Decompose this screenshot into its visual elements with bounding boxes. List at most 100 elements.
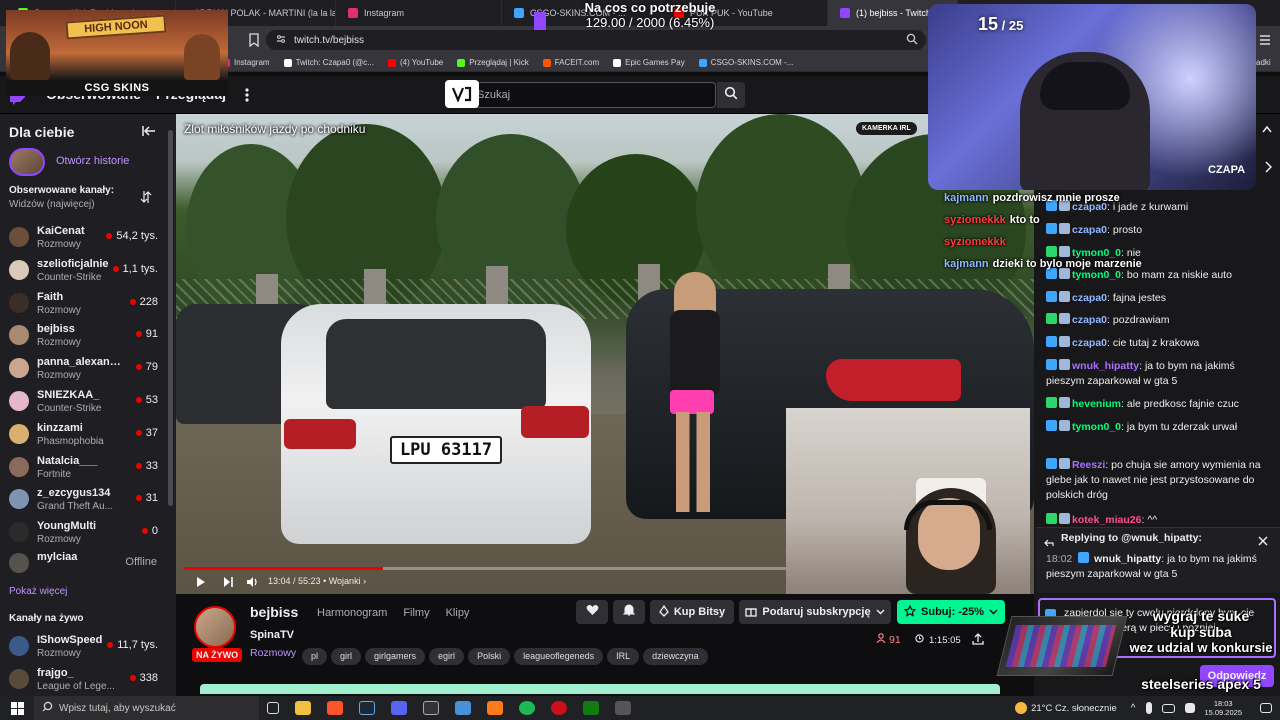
sidebar-channel[interactable]: kinzzami Phasmophobia 37	[0, 419, 176, 452]
chat-username[interactable]: czapa0	[1072, 224, 1107, 236]
bookmark-item[interactable]: CSGO-SKINS.COM -...	[698, 58, 793, 67]
brave-browser-icon[interactable]	[327, 701, 343, 715]
tag-pill[interactable]: leagueoflegeneds	[514, 648, 604, 665]
more-options-icon[interactable]	[243, 86, 251, 109]
sidebar-item-offline[interactable]: mylciaa Offline	[0, 548, 176, 581]
video-chapter[interactable]: Wojanki	[329, 576, 361, 586]
chevron-up-icon[interactable]	[1262, 120, 1272, 138]
sidebar-channel[interactable]: panna_alexandr... Rozmowy 79	[0, 353, 176, 386]
site-info-icon[interactable]	[276, 34, 286, 47]
notifications-button[interactable]	[613, 600, 645, 624]
chat-username[interactable]: Reeszi	[1072, 459, 1105, 471]
chat-username[interactable]: wnuk_hipatty	[1072, 360, 1139, 372]
chat-username[interactable]: kotek_miau26	[1072, 514, 1141, 526]
search-input[interactable]: Szukaj	[448, 82, 716, 108]
stories-avatar[interactable]	[9, 148, 45, 176]
channel-tab[interactable]: Filmy	[403, 607, 429, 619]
task-view-icon[interactable]	[267, 702, 279, 714]
epic-games-icon[interactable]	[423, 701, 439, 715]
search-button[interactable]	[717, 82, 745, 108]
chat-message[interactable]: tymon0_0: bo mam za niskie auto	[1046, 268, 1271, 283]
follow-button[interactable]	[576, 600, 608, 624]
bookmarks-overflow[interactable]: adki	[1256, 58, 1271, 67]
chat-message[interactable]: kotek_miau26: ^^	[1046, 513, 1271, 528]
app-icon[interactable]	[615, 701, 631, 715]
show-more-link[interactable]: Pokaż więcej	[9, 586, 67, 597]
app-icon[interactable]	[487, 701, 503, 715]
bookmark-item[interactable]: Epic Games Pay	[613, 58, 685, 67]
chat-message[interactable]: tymon0_0: ja bym tu zderzak urwał	[1046, 420, 1271, 435]
windows-start-icon[interactable]	[6, 701, 28, 715]
sidebar-channel[interactable]: Natalcia___ Fortnite 33	[0, 452, 176, 485]
next-icon[interactable]	[223, 575, 234, 593]
chat-message[interactable]: czapa0: cie tutaj z krakowa	[1046, 336, 1271, 351]
taskbar-search[interactable]: Wpisz tutaj, aby wyszukać	[34, 696, 259, 720]
collapse-sidebar-icon[interactable]	[142, 124, 156, 143]
opera-gx-icon[interactable]	[551, 701, 567, 715]
subscribe-button[interactable]: Subuj: -25%	[897, 600, 1005, 624]
chat-username[interactable]: czapa0	[1072, 337, 1107, 349]
discord-icon[interactable]	[391, 701, 407, 715]
spotify-icon[interactable]	[519, 701, 535, 715]
browser-menu-icon[interactable]	[1258, 33, 1272, 52]
stream-category[interactable]: Rozmowy	[250, 647, 296, 659]
chat-username[interactable]: hevenium	[1072, 398, 1121, 410]
channel-avatar[interactable]	[194, 606, 236, 648]
sidebar-channel[interactable]: IShowSpeed Rozmowy 11,7 tys.	[0, 631, 176, 664]
tag-pill[interactable]: IRL	[607, 648, 640, 665]
weather-text[interactable]: 21°C Cz. słonecznie	[1031, 703, 1117, 714]
bookmark-item[interactable]: Twitch: Czapa0 (@c...	[283, 58, 374, 67]
chat-message[interactable]: czapa0: fajna jestes	[1046, 291, 1271, 306]
close-icon[interactable]	[1258, 533, 1268, 551]
buy-bits-button[interactable]: Kup Bitsy	[650, 600, 734, 624]
tag-pill[interactable]: dziewczyna	[643, 648, 708, 665]
share-icon[interactable]	[972, 632, 984, 650]
chat-message[interactable]: czapa0: prosto	[1046, 223, 1271, 238]
sidebar-channel[interactable]: szelioficjalnie Counter-Strike 1,1 tys.	[0, 255, 176, 288]
chat-username[interactable]: tymon0_0	[1072, 269, 1121, 281]
promo-banner-strip[interactable]	[200, 684, 1000, 694]
file-explorer-icon[interactable]	[295, 701, 311, 715]
bookmark-icon[interactable]	[248, 33, 260, 48]
sidebar-channel[interactable]: bejbiss Rozmowy 91	[0, 320, 176, 353]
tag-pill[interactable]: girlgamers	[365, 648, 426, 665]
bookmark-item[interactable]: Instagram	[222, 58, 270, 67]
bookmark-item[interactable]: FACEIT.com	[542, 58, 599, 67]
sort-icon[interactable]	[140, 190, 152, 209]
chat-username[interactable]: czapa0	[1072, 292, 1107, 304]
sidebar-channel[interactable]: z_ezcygus134 Grand Theft Au... 31	[0, 484, 176, 517]
obs-icon[interactable]	[455, 701, 471, 715]
sidebar-channel[interactable]: Faith Rozmowy 228	[0, 288, 176, 321]
chat-message[interactable]: wnuk_hipatty: ja to bym na jakimś pieszy…	[1046, 359, 1271, 389]
bookmark-item[interactable]: (4) YouTube	[387, 58, 443, 67]
volume-icon[interactable]	[246, 575, 259, 593]
network-icon[interactable]	[1162, 703, 1176, 713]
chat-message[interactable]: hevenium: ale predkosc fajnie czuc	[1046, 397, 1271, 412]
tag-pill[interactable]: egirl	[429, 648, 465, 665]
microphone-icon[interactable]	[1146, 702, 1153, 714]
tag-pill[interactable]: Polski	[468, 648, 511, 665]
tray-chevron-icon[interactable]: ^	[1131, 703, 1136, 714]
channel-name[interactable]: bejbiss	[250, 604, 298, 620]
xbox-icon[interactable]	[583, 701, 599, 715]
chat-message[interactable]: czapa0: pozdrawiam	[1046, 313, 1271, 328]
chevron-right-icon[interactable]	[1264, 160, 1273, 178]
chat-message[interactable]: Reeszi: po chuja sie amory wymienia na g…	[1046, 458, 1271, 503]
sidebar-channel[interactable]: KaiCenat Rozmowy 54,2 tys.	[0, 222, 176, 255]
channel-tab[interactable]: Harmonogram	[317, 607, 387, 619]
sidebar-channel[interactable]: frajgo_ League of Lege... 338	[0, 664, 176, 697]
gift-sub-button[interactable]: Podaruj subskrypcję	[739, 600, 891, 624]
clock[interactable]: 18:03 15.09.2025	[1204, 699, 1242, 717]
chat-username[interactable]: czapa0	[1072, 314, 1107, 326]
speaker-icon[interactable]	[1185, 703, 1196, 713]
browser-tab[interactable]: Instagram	[336, 0, 502, 26]
notifications-icon[interactable]	[1260, 703, 1272, 713]
bookmark-item[interactable]: Przeglądaj | Kick	[457, 58, 529, 67]
zoom-icon[interactable]	[906, 33, 918, 48]
open-stories-link[interactable]: Otwórz historie	[56, 155, 129, 167]
tag-pill[interactable]: pl	[302, 648, 328, 665]
sidebar-channel[interactable]: SNIEZKAA_ Counter-Strike 53	[0, 386, 176, 419]
channel-tab[interactable]: Klipy	[446, 607, 470, 619]
sidebar-channel[interactable]: YoungMulti Rozmowy 0	[0, 517, 176, 550]
play-icon[interactable]	[196, 575, 206, 593]
